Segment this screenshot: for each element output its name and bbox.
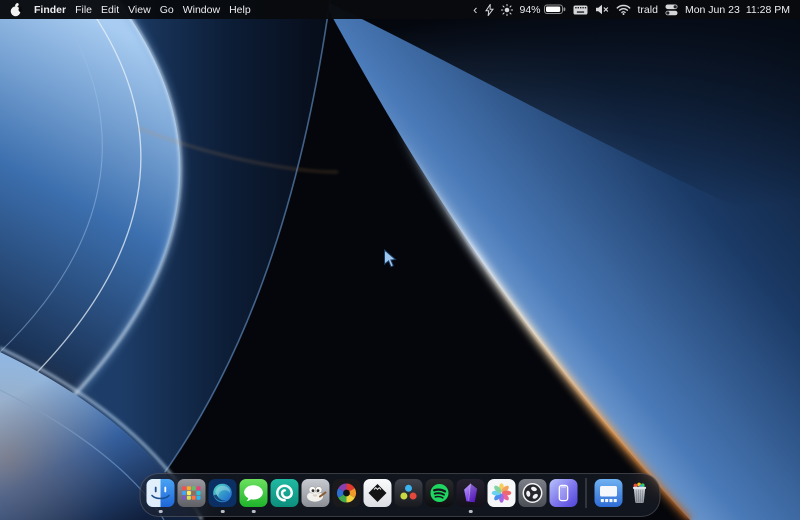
davinci-resolve-icon [395,479,423,507]
obs-studio-icon [519,479,547,507]
apple-menu-icon[interactable] [10,3,22,17]
volume-muted-icon[interactable] [595,4,609,15]
battery-percent: 94% [520,4,541,16]
battery-status[interactable]: 94% [520,4,566,16]
teal-spiral-app-icon [271,479,299,507]
battery-icon [544,4,566,15]
dock-item-color-wheel-app[interactable] [333,479,361,507]
dock-item-launchpad[interactable] [178,479,206,507]
menu-help[interactable]: Help [229,4,251,16]
finder-icon [147,479,175,507]
dock-item-microsoft-edge[interactable] [209,479,237,507]
date-label: Mon Jun 23 [685,4,740,16]
brightness-icon[interactable] [501,4,513,16]
messages-icon [240,479,268,507]
dock-separator [586,478,587,508]
control-center-icon[interactable] [665,4,678,16]
menu-view[interactable]: View [128,4,151,16]
dock-item-iphone-mirroring[interactable] [550,479,578,507]
keyboard-icon[interactable] [573,5,588,15]
trash-full-icon [626,479,654,507]
menu-bar: Finder File Edit View Go Window Help ‹ 9… [0,0,800,19]
dock-item-desktop-window[interactable] [595,479,623,507]
time-label: 11:28 PM [746,4,790,16]
chevron-left-icon[interactable]: ‹ [473,5,477,15]
launchpad-icon [178,479,206,507]
iphone-mirroring-icon [550,479,578,507]
dock-item-gimp[interactable] [302,479,330,507]
menu-window[interactable]: Window [183,4,220,16]
desktop-wallpaper [0,0,800,520]
menu-file[interactable]: File [75,4,92,16]
dock-item-teal-spiral-app[interactable] [271,479,299,507]
menu-go[interactable]: Go [160,4,174,16]
inkscape-icon [364,479,392,507]
charging-bolt-icon[interactable] [485,4,494,16]
microsoft-edge-icon [209,479,237,507]
dock-item-trash[interactable] [626,479,654,507]
menu-edit[interactable]: Edit [101,4,119,16]
dock-item-spotify[interactable] [426,479,454,507]
desktop-window-icon [595,479,623,507]
menu-clock[interactable]: Mon Jun 23 11:28 PM [685,4,790,16]
input-source-label[interactable]: trald [638,4,658,16]
spotify-icon [426,479,454,507]
obsidian-icon [457,479,485,507]
dock [140,473,661,517]
gimp-icon [302,479,330,507]
dock-item-obs-studio[interactable] [519,479,547,507]
color-wheel-app-icon [333,479,361,507]
menu-finder[interactable]: Finder [34,4,66,16]
dock-item-inkscape[interactable] [364,479,392,507]
dock-item-davinci-resolve[interactable] [395,479,423,507]
dock-item-finder[interactable] [147,479,175,507]
dock-item-obsidian[interactable] [457,479,485,507]
dock-item-photos[interactable] [488,479,516,507]
wifi-icon[interactable] [616,4,631,15]
dock-item-messages[interactable] [240,479,268,507]
photos-icon [488,479,516,507]
